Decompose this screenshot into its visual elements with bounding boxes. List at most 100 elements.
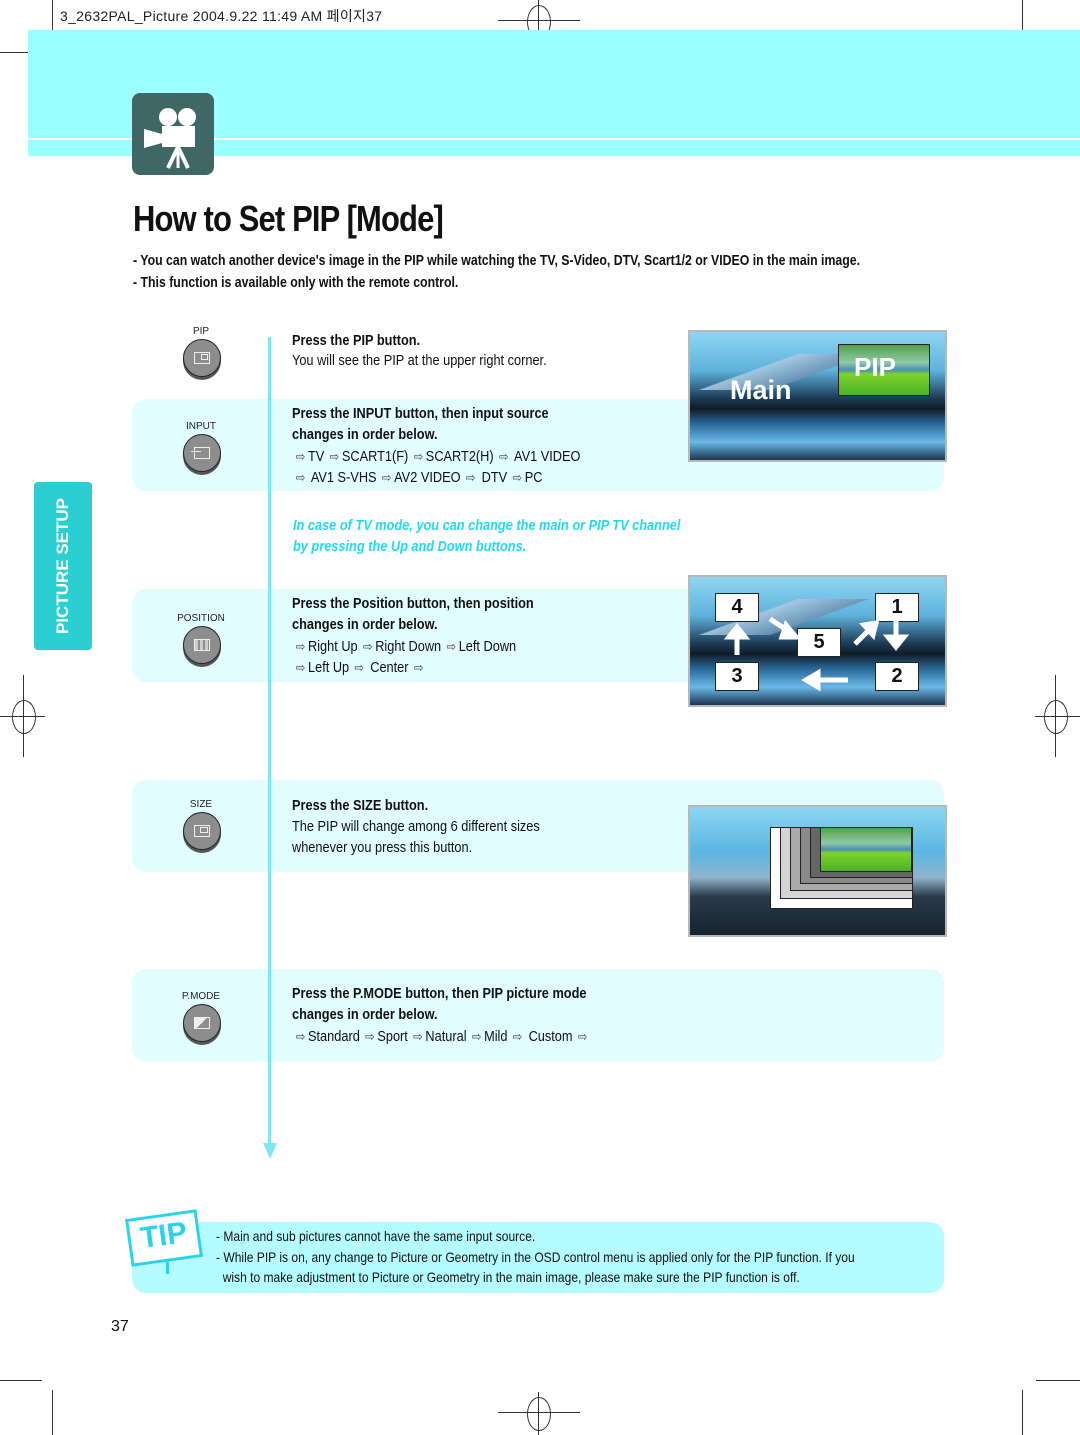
hollow-right-arrow-icon: ⇨ <box>413 449 424 464</box>
position-remote-button[interactable] <box>183 626 221 664</box>
sequence-item: SCART1(F) <box>341 449 409 465</box>
picture-mode-sequence: ⇨ Standard ⇨ Sport ⇨ Natural ⇨ Mild ⇨ Custom… <box>294 1029 590 1045</box>
hollow-right-arrow-icon: ⇨ <box>446 639 457 654</box>
pip-label: PIP <box>854 352 896 382</box>
crop-mark <box>0 1380 42 1381</box>
hollow-right-arrow-icon: ⇨ <box>413 660 424 675</box>
pmode-button-label: P.MODE <box>181 991 221 1002</box>
flow-arrow-down-icon <box>263 1143 277 1159</box>
page-title: How to Set PIP [Mode] <box>133 198 444 239</box>
position-sequence: ⇨ Right Up ⇨ Right Down ⇨ Left Down <box>294 639 516 655</box>
flow-line <box>268 337 271 1147</box>
crop-mark <box>52 1390 53 1435</box>
sequence-item: AV1 S-VHS <box>310 470 377 486</box>
sequence-item: PC <box>524 470 543 486</box>
pip-window <box>820 827 912 872</box>
hollow-right-arrow-icon: ⇨ <box>471 1029 482 1044</box>
pip-main-illustration: Main PIP <box>688 330 947 462</box>
hollow-right-arrow-icon: ⇨ <box>295 1029 306 1044</box>
sequence-item: SCART2(H) <box>425 449 494 465</box>
hollow-right-arrow-icon: ⇨ <box>381 470 392 485</box>
sequence-item: Center <box>370 660 409 676</box>
hollow-right-arrow-icon: ⇨ <box>354 660 365 675</box>
position-step-title: Press the Position button, then position <box>292 596 534 612</box>
registration-mark <box>12 700 36 734</box>
pmode-step-panel <box>132 969 944 1062</box>
position-sequence: ⇨ Left Up ⇨ Center ⇨ <box>294 660 426 676</box>
position-illustration: 4 1 5 3 2 <box>688 575 947 707</box>
position-step-title: changes in order below. <box>292 617 438 633</box>
sequence-item: Left Up <box>307 660 350 676</box>
registration-mark <box>527 1397 551 1431</box>
input-button-label: INPUT <box>186 421 216 432</box>
pip-step-title: Press the PIP button. <box>292 333 421 349</box>
intro-line: - This function is available only with t… <box>133 274 459 291</box>
tv-mode-note: In case of TV mode, you can change the m… <box>293 518 681 534</box>
sequence-item: Sport <box>377 1029 408 1045</box>
hollow-right-arrow-icon: ⇨ <box>498 449 509 464</box>
section-tab-picture-setup: PICTURE SETUP <box>34 482 92 650</box>
input-icon <box>191 447 210 459</box>
registration-mark <box>1044 700 1068 734</box>
hollow-right-arrow-icon: ⇨ <box>365 1029 375 1044</box>
sequence-item: Natural <box>425 1029 467 1045</box>
sequence-item: TV <box>307 449 325 465</box>
hollow-right-arrow-icon: ⇨ <box>295 470 306 485</box>
pip-remote-button[interactable] <box>183 339 221 377</box>
pip-button-label: PIP <box>192 326 210 337</box>
size-step-text: The PIP will change among 6 different si… <box>292 819 540 835</box>
hollow-right-arrow-icon: ⇨ <box>465 470 476 485</box>
intro-line: - You can watch another device's image i… <box>133 252 861 269</box>
hollow-right-arrow-icon: ⇨ <box>577 1029 588 1044</box>
sequence-item: DTV <box>481 470 508 486</box>
position-arrows-icon <box>723 616 910 692</box>
movie-camera-icon <box>132 93 214 175</box>
pip-step-text: You will see the PIP at the upper right … <box>292 353 547 369</box>
hollow-right-arrow-icon: ⇨ <box>512 470 523 485</box>
tv-mode-note: by pressing the Up and Down buttons. <box>293 539 527 555</box>
page-number: 37 <box>111 1318 129 1335</box>
hollow-right-arrow-icon: ⇨ <box>329 449 340 464</box>
sequence-item: Right Up <box>307 639 358 655</box>
tip-sign-icon: TIP <box>125 1209 203 1267</box>
tip-badge: TIP <box>138 1215 190 1256</box>
picture-mode-icon <box>194 1017 210 1029</box>
sequence-item: Left Down <box>458 639 517 655</box>
tip-line: - While PIP is on, any change to Picture… <box>216 1249 855 1265</box>
crop-mark <box>1022 1390 1023 1435</box>
pmode-step-title: Press the P.MODE button, then PIP pictur… <box>292 986 587 1002</box>
size-step-title: Press the SIZE button. <box>292 798 429 814</box>
pmode-step-title: changes in order below. <box>292 1007 438 1023</box>
section-tab-label: PICTURE SETUP <box>53 497 72 635</box>
input-step-title: Press the INPUT button, then input sourc… <box>292 406 549 422</box>
hollow-right-arrow-icon: ⇨ <box>295 660 306 675</box>
pip-icon <box>194 352 210 364</box>
hollow-right-arrow-icon: ⇨ <box>295 449 306 464</box>
main-label: Main <box>730 375 792 405</box>
size-button-label: SIZE <box>189 799 213 810</box>
position-grid-icon <box>194 639 210 651</box>
pmode-remote-button[interactable] <box>183 1004 221 1042</box>
sequence-item: Mild <box>484 1029 508 1045</box>
crop-mark <box>1036 1380 1080 1381</box>
size-icon <box>194 825 210 837</box>
print-header-meta: 3_2632PAL_Picture 2004.9.22 11:49 AM 페이지… <box>60 8 383 24</box>
size-illustration <box>688 805 947 937</box>
sequence-item: AV2 VIDEO <box>394 470 461 486</box>
tip-line: - Main and sub pictures cannot have the … <box>216 1228 536 1244</box>
sequence-item: Standard <box>307 1029 360 1045</box>
hollow-right-arrow-icon: ⇨ <box>362 639 373 654</box>
size-step-text: whenever you press this button. <box>292 840 473 856</box>
sequence-item: Custom <box>528 1029 573 1045</box>
input-source-sequence: ⇨ TV ⇨ SCART1(F) ⇨ SCART2(H) ⇨ AV1 VIDEO <box>294 449 581 465</box>
input-remote-button[interactable] <box>183 434 221 472</box>
size-remote-button[interactable] <box>183 812 221 850</box>
input-step-title: changes in order below. <box>292 427 438 443</box>
hollow-right-arrow-icon: ⇨ <box>413 1029 423 1044</box>
tip-line: wish to make adjustment to Picture or Ge… <box>216 1269 800 1285</box>
hollow-right-arrow-icon: ⇨ <box>512 1029 523 1044</box>
hollow-right-arrow-icon: ⇨ <box>295 639 306 654</box>
input-source-sequence: ⇨ AV1 S-VHS ⇨ AV2 VIDEO ⇨ DTV ⇨ PC <box>294 470 543 486</box>
position-button-label: POSITION <box>177 613 225 624</box>
sequence-item: Right Down <box>375 639 442 655</box>
